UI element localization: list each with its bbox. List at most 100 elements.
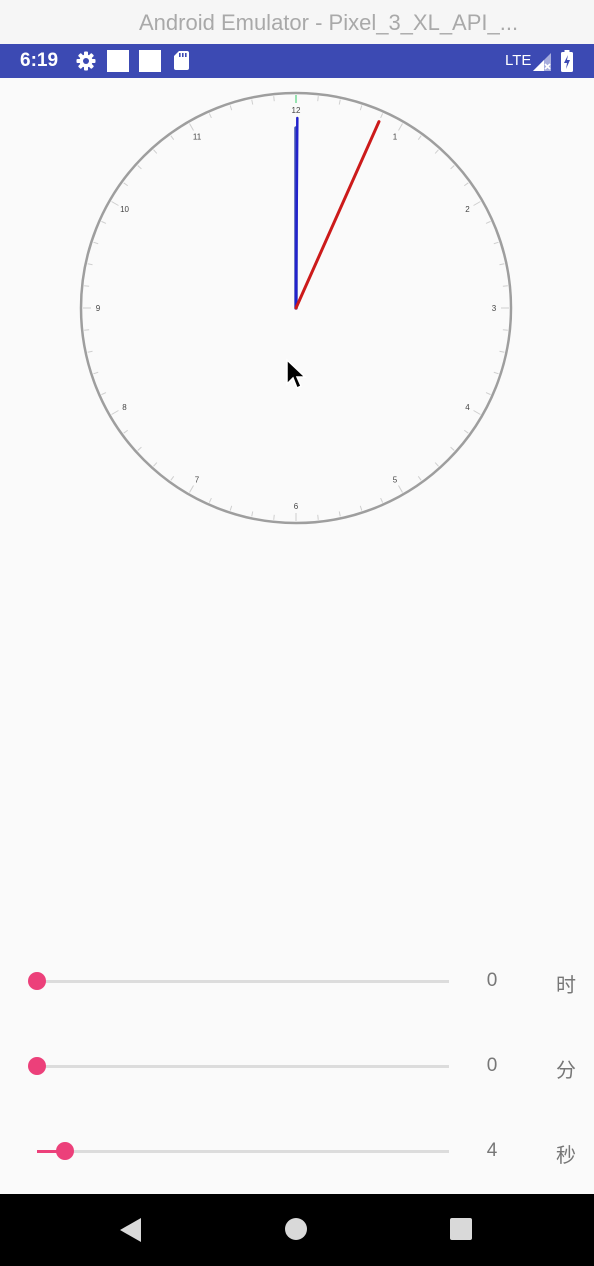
clock-number: 6: [294, 502, 299, 511]
clock-tick: [153, 149, 158, 154]
clock-tick: [273, 96, 275, 102]
second-slider-thumb[interactable]: [56, 1142, 74, 1160]
clock-tick: [229, 505, 233, 511]
clock-tick: [450, 446, 455, 451]
clock-tick: [359, 505, 363, 511]
network-type: LTE: [505, 52, 532, 69]
clock-tick: [208, 497, 212, 503]
second-value: 4: [486, 1140, 498, 1161]
clock-tick: [273, 514, 275, 520]
second-slider-track[interactable]: [37, 1150, 449, 1153]
notification-square-icon: [107, 50, 129, 72]
clock-number: 3: [492, 304, 497, 313]
window-title: Android Emulator - Pixel_3_XL_API_...: [139, 10, 519, 35]
window-titlebar: Android Emulator - Pixel_3_XL_API_...: [0, 0, 594, 44]
clock-tick: [93, 241, 99, 245]
clock-tick: [189, 485, 194, 493]
clock-number: 1: [393, 133, 398, 142]
clock-tick: [111, 201, 119, 206]
second-hand: [294, 120, 381, 310]
clock-tick: [123, 182, 129, 187]
clock-tick: [251, 99, 254, 105]
clock-tick: [338, 511, 341, 517]
clock-tick: [502, 285, 508, 287]
clock-number: 9: [96, 304, 101, 313]
clock-tick: [502, 329, 508, 331]
clock-number: 12: [292, 106, 301, 115]
clock-tick: [101, 392, 107, 396]
clock-tick: [111, 410, 119, 415]
clock-tick: [338, 99, 341, 105]
battery-icon: [561, 50, 573, 72]
clock-tick: [87, 350, 93, 353]
status-time: 6:19: [20, 50, 59, 71]
clock-tick: [317, 96, 319, 102]
clock-tick: [189, 123, 194, 131]
navigation-bar: [0, 1194, 594, 1266]
clock-tick: [463, 182, 469, 187]
clock-tick: [434, 149, 439, 154]
clock-tick: [417, 135, 422, 141]
back-icon[interactable]: [117, 1216, 143, 1244]
clock-tick: [493, 371, 499, 375]
minute-value: 0: [486, 1055, 498, 1076]
minute-unit-label: 分: [556, 1058, 576, 1082]
minute-hand: [294, 116, 299, 310]
clock-tick: [123, 429, 129, 434]
gear-icon: [76, 51, 96, 71]
minute-slider-thumb[interactable]: [28, 1057, 46, 1075]
second-unit-label: 秒: [556, 1143, 576, 1167]
clock-tick: [485, 220, 491, 224]
clock-tick: [380, 113, 384, 119]
clock-number: 2: [465, 205, 470, 214]
recents-icon[interactable]: [450, 1218, 472, 1240]
clock-tick: [398, 485, 403, 493]
minute-slider-track[interactable]: [37, 1065, 449, 1068]
notification-square-icon: [139, 50, 161, 72]
clock-tick: [434, 462, 439, 467]
clock-number: 5: [393, 475, 398, 484]
clock-tick: [417, 475, 422, 481]
clock-tick: [485, 392, 491, 396]
clock-tick: [380, 497, 384, 503]
clock-number: 7: [195, 475, 200, 484]
clock-tick: [499, 263, 505, 266]
app-content: 12 1 2 3 4 5 6 7 8 9 10 11 0 时 0 分 4 秒: [0, 78, 594, 1194]
clock-tick: [153, 462, 158, 467]
clock-tick: [473, 201, 481, 206]
clock-tick: [170, 475, 175, 481]
status-bar: 6:19 LTE: [0, 44, 594, 78]
analog-clock: 121234567891011: [79, 91, 513, 525]
clock-number: 4: [465, 403, 470, 412]
clock-tick: [208, 113, 212, 119]
clock-tick: [137, 165, 142, 170]
clock-tick: [101, 220, 107, 224]
home-icon[interactable]: [284, 1217, 308, 1241]
hour-slider-row: 0 时: [0, 962, 594, 1002]
signal-icon: [533, 53, 551, 71]
hour-unit-label: 时: [556, 973, 576, 997]
clock-tick: [251, 511, 254, 517]
clock-tick: [93, 371, 99, 375]
clock-number: 10: [120, 205, 129, 214]
hour-value: 0: [486, 970, 498, 991]
clock-tick: [137, 446, 142, 451]
clock-number: 8: [122, 403, 127, 412]
clock-tick: [499, 350, 505, 353]
minute-slider-row: 0 分: [0, 1047, 594, 1087]
clock-tick: [463, 429, 469, 434]
clock-number: 11: [193, 133, 202, 142]
clock-tick: [170, 135, 175, 141]
hour-slider-track[interactable]: [37, 980, 449, 983]
clock-tick: [473, 410, 481, 415]
mouse-cursor-icon: [286, 358, 307, 390]
clock-tick: [84, 329, 90, 331]
clock-tick: [317, 514, 319, 520]
sd-card-icon: [174, 51, 189, 70]
hour-slider-thumb[interactable]: [28, 972, 46, 990]
clock-tick: [359, 105, 363, 111]
clock-tick: [84, 285, 90, 287]
clock-tick: [398, 123, 403, 131]
clock-tick: [229, 105, 233, 111]
clock-tick: [87, 263, 93, 266]
